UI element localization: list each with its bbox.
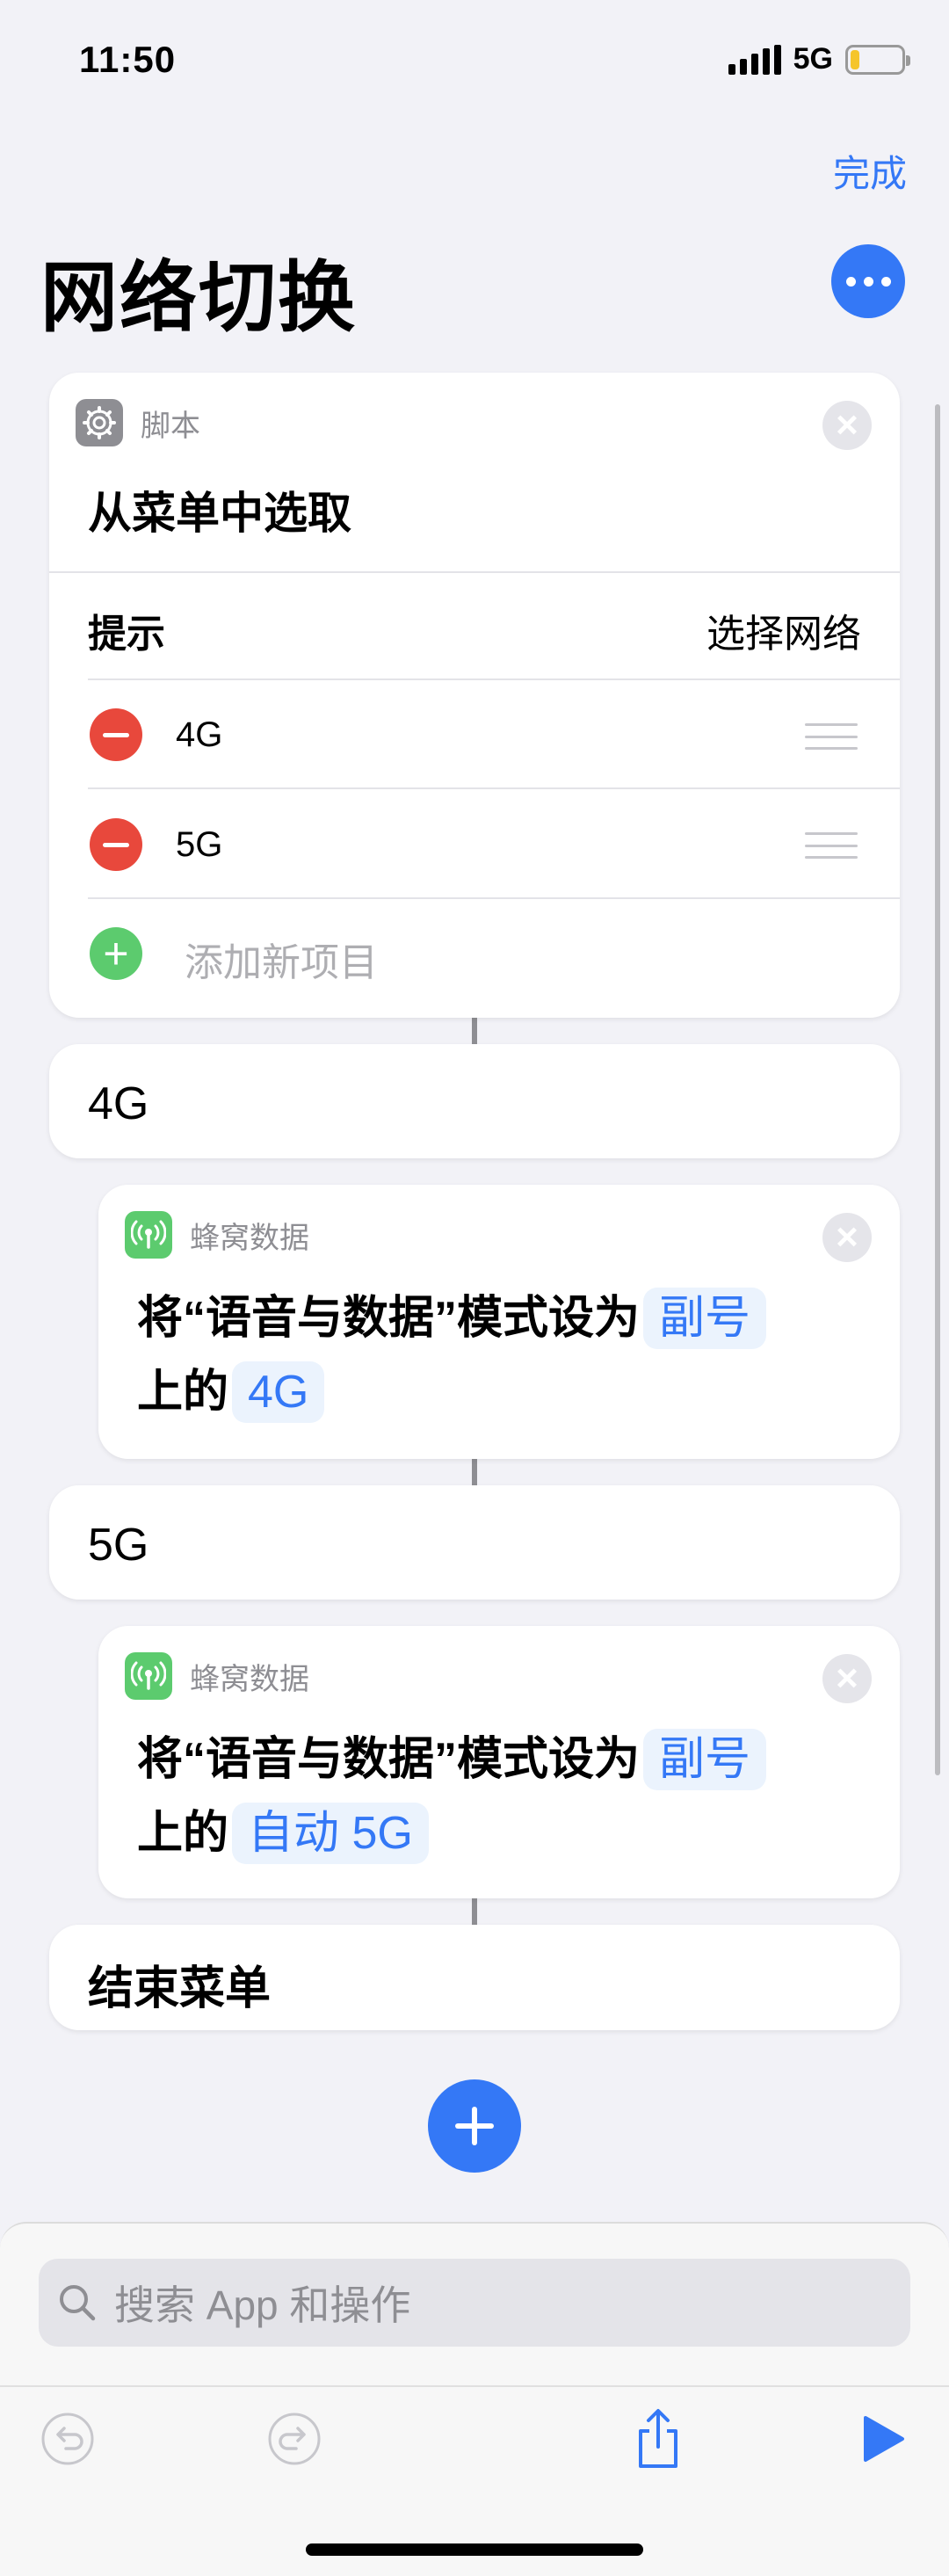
- action-description: 将“语音与数据”模式设为 副号 上的 4G: [137, 1281, 893, 1429]
- action-text: 上的: [137, 1367, 229, 1418]
- action-header: 蜂窝数据: [125, 1211, 309, 1259]
- close-icon[interactable]: ×: [822, 401, 872, 450]
- prompt-value[interactable]: 选择网络: [706, 602, 861, 658]
- drag-handle-icon[interactable]: [805, 723, 858, 750]
- home-indicator: [306, 2543, 643, 2556]
- case-label: 4G: [88, 1078, 149, 1129]
- end-menu-label: 结束菜单: [88, 1963, 272, 2014]
- action-category: 脚本: [141, 409, 200, 443]
- action-description: 将“语音与数据”模式设为 副号 上的 自动 5G: [137, 1723, 893, 1870]
- more-button[interactable]: [831, 244, 905, 318]
- search-input[interactable]: 搜索 App 和操作: [39, 2259, 910, 2347]
- undo-icon[interactable]: [37, 2408, 98, 2470]
- network-label: 5G: [793, 42, 833, 76]
- battery-icon: [845, 44, 910, 75]
- antenna-icon: [125, 1211, 172, 1259]
- scrollbar[interactable]: [935, 404, 940, 1775]
- action-text: 上的: [137, 1808, 229, 1859]
- sim-token[interactable]: 副号: [643, 1288, 767, 1349]
- choose-from-menu-card[interactable]: 脚本 × 从菜单中选取: [49, 373, 900, 1018]
- divider: [88, 787, 900, 789]
- mode-token[interactable]: 自动 5G: [232, 1803, 429, 1864]
- divider: [88, 678, 900, 680]
- shortcut-editor-screen: 11:50 5G 完成 网络切换 脚本 × 从菜单中选取 提示 选择网络 4G …: [0, 0, 949, 2576]
- close-icon[interactable]: ×: [822, 1213, 872, 1262]
- add-action-button[interactable]: [428, 2079, 521, 2173]
- minus-icon: [103, 732, 129, 737]
- drag-handle-icon[interactable]: [805, 832, 858, 859]
- signal-icon: [728, 44, 781, 75]
- action-header: 蜂窝数据: [125, 1652, 309, 1700]
- antenna-icon: [125, 1652, 172, 1700]
- ellipsis-icon: [845, 276, 856, 287]
- prompt-label: 提示: [88, 613, 165, 656]
- play-icon[interactable]: [852, 2408, 914, 2470]
- action-category: 蜂窝数据: [190, 1662, 309, 1696]
- cellular-action-card-5g[interactable]: 蜂窝数据 × 将“语音与数据”模式设为 副号 上的 自动 5G: [98, 1626, 900, 1898]
- end-menu-card[interactable]: 结束菜单: [49, 1925, 900, 2030]
- remove-item-button[interactable]: [90, 708, 142, 761]
- flow-connector: [472, 1018, 477, 1044]
- page-title[interactable]: 网络切换: [40, 236, 357, 347]
- status-time: 11:50: [79, 39, 177, 80]
- menu-case-5g[interactable]: 5G: [49, 1485, 900, 1600]
- close-icon[interactable]: ×: [822, 1654, 872, 1703]
- divider: [88, 897, 900, 899]
- menu-item-label[interactable]: 5G: [176, 825, 222, 865]
- flow-connector: [472, 1459, 477, 1485]
- sim-token[interactable]: 副号: [643, 1729, 767, 1790]
- action-header: 脚本: [76, 399, 200, 446]
- flow-connector: [472, 1898, 477, 1925]
- redo-icon[interactable]: [264, 2408, 325, 2470]
- divider: [0, 2385, 949, 2387]
- menu-case-4g[interactable]: 4G: [49, 1044, 900, 1158]
- cellular-action-card-4g[interactable]: 蜂窝数据 × 将“语音与数据”模式设为 副号 上的 4G: [98, 1185, 900, 1459]
- gear-icon: [76, 399, 123, 446]
- divider: [49, 571, 900, 573]
- plus-icon: [455, 2107, 494, 2145]
- share-icon[interactable]: [627, 2408, 689, 2470]
- minus-icon: [103, 842, 129, 847]
- action-text: 将“语音与数据”模式设为: [137, 1734, 641, 1785]
- add-item-label[interactable]: 添加新项目: [185, 931, 378, 987]
- status-indicators: 5G: [728, 42, 910, 76]
- done-button[interactable]: 完成: [833, 144, 907, 198]
- action-category: 蜂窝数据: [190, 1221, 309, 1255]
- search-placeholder: 搜索 App 和操作: [114, 2282, 411, 2328]
- menu-item-label[interactable]: 4G: [176, 715, 222, 755]
- remove-item-button[interactable]: [90, 818, 142, 871]
- case-label: 5G: [88, 1520, 149, 1571]
- action-search-sheet: 搜索 App 和操作: [0, 2222, 949, 2576]
- plus-icon[interactable]: +: [90, 927, 142, 980]
- action-title: 从菜单中选取: [88, 489, 351, 538]
- action-text: 将“语音与数据”模式设为: [137, 1293, 641, 1344]
- mode-token[interactable]: 4G: [232, 1361, 325, 1423]
- search-icon: [60, 2285, 96, 2321]
